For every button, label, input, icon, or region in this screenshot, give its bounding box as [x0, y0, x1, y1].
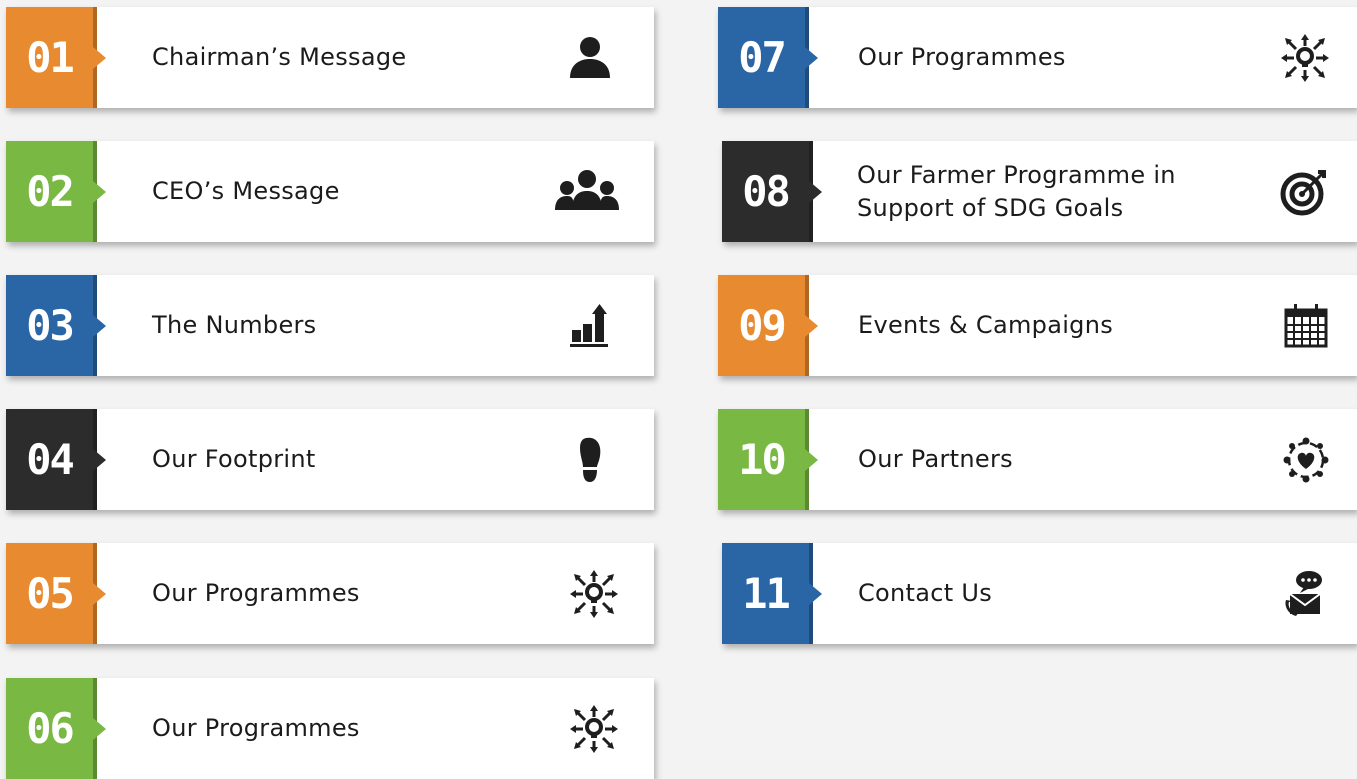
- menu-item-07[interactable]: 07 Our Programmes: [718, 7, 1357, 108]
- badge-arrow: [809, 180, 822, 203]
- growth-chart-icon: [566, 300, 618, 352]
- item-number-badge: 07: [718, 7, 805, 108]
- heart-network-icon: [1280, 434, 1332, 486]
- menu-item-03[interactable]: 03 The Numbers: [6, 275, 654, 376]
- calendar-icon: [1280, 300, 1332, 352]
- item-number-badge: 02: [6, 141, 93, 242]
- item-label: Contact Us: [858, 579, 993, 608]
- badge-arrow: [93, 582, 106, 605]
- item-number-badge: 01: [6, 7, 93, 108]
- item-label: Events & Campaigns: [858, 311, 1114, 340]
- item-label: Our Farmer Programme in Support of SDG G…: [857, 161, 1176, 222]
- badge-arrow: [93, 180, 106, 203]
- badge-arrow: [93, 448, 106, 471]
- footprint-icon: [568, 434, 620, 486]
- menu-item-02[interactable]: 02 CEO’s Message: [6, 141, 654, 242]
- idea-arrows-icon: [568, 703, 620, 755]
- badge-arrow: [93, 717, 106, 740]
- item-number-badge: 06: [6, 678, 93, 779]
- badge-arrow: [93, 46, 106, 69]
- item-number-badge: 03: [6, 275, 93, 376]
- item-label: CEO’s Message: [152, 177, 340, 206]
- item-label: Our Programmes: [152, 714, 360, 743]
- menu-item-06[interactable]: 06 Our Programmes: [6, 678, 654, 779]
- menu-item-08[interactable]: 08 Our Farmer Programme in Support of SD…: [722, 141, 1357, 242]
- menu-item-04[interactable]: 04 Our Footprint: [6, 409, 654, 510]
- badge-arrow: [809, 582, 822, 605]
- item-label: The Numbers: [152, 311, 317, 340]
- item-number-badge: 09: [718, 275, 805, 376]
- menu-item-01[interactable]: 01 Chairman’s Message: [6, 7, 654, 108]
- item-number-badge: 11: [722, 543, 809, 644]
- item-number-badge: 05: [6, 543, 93, 644]
- badge-arrow: [93, 314, 106, 337]
- item-label: Our Footprint: [152, 445, 316, 474]
- person-icon: [564, 32, 616, 84]
- idea-arrows-icon: [1279, 32, 1331, 84]
- contact-chat-icon: [1280, 568, 1332, 620]
- menu-item-11[interactable]: 11 Contact Us: [722, 543, 1357, 644]
- menu-item-10[interactable]: 10 Our Partners: [718, 409, 1357, 510]
- item-label: Our Partners: [858, 445, 1013, 474]
- idea-arrows-icon: [568, 568, 620, 620]
- team-icon: [554, 166, 620, 218]
- item-number-badge: 08: [722, 141, 809, 242]
- badge-arrow: [805, 448, 818, 471]
- item-number-badge: 04: [6, 409, 93, 510]
- badge-arrow: [805, 314, 818, 337]
- target-icon: [1278, 166, 1330, 218]
- item-label: Our Programmes: [152, 579, 360, 608]
- item-label: Our Programmes: [858, 43, 1066, 72]
- item-number-badge: 10: [718, 409, 805, 510]
- item-label: Chairman’s Message: [152, 43, 407, 72]
- menu-item-09[interactable]: 09 Events & Campaigns: [718, 275, 1357, 376]
- menu-item-05[interactable]: 05 Our Programmes: [6, 543, 654, 644]
- badge-arrow: [805, 46, 818, 69]
